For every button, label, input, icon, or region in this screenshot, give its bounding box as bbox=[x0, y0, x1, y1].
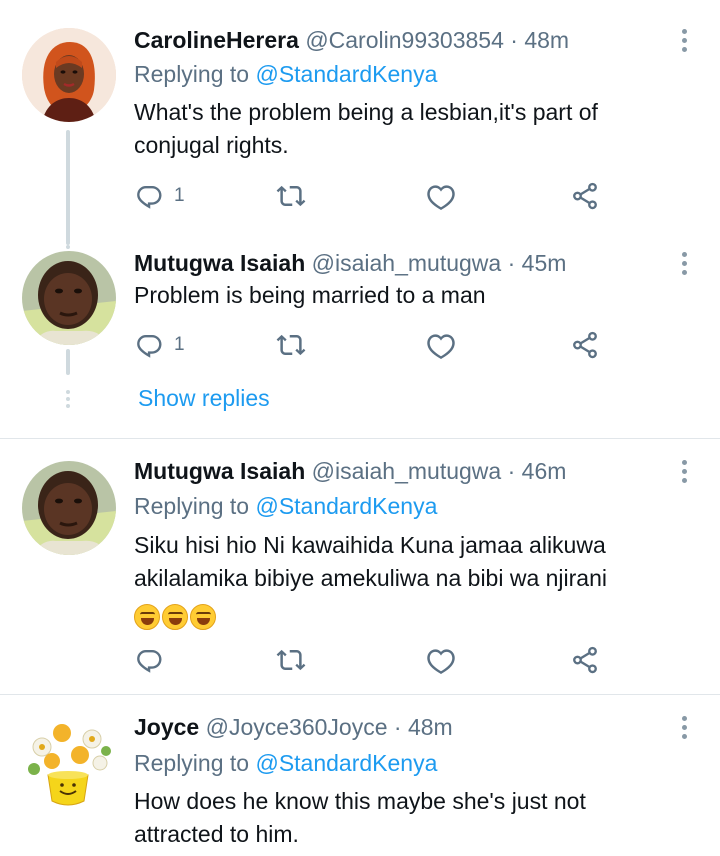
tweet-joyce[interactable]: Joyce @Joyce360Joyce · 48m Replying to @… bbox=[0, 695, 720, 856]
avatar[interactable] bbox=[22, 717, 116, 811]
reply-icon bbox=[134, 645, 164, 675]
author-name[interactable]: Mutugwa Isaiah bbox=[134, 250, 305, 276]
share-icon bbox=[570, 330, 600, 360]
more-icon[interactable] bbox=[672, 711, 696, 743]
share-button[interactable] bbox=[570, 327, 600, 363]
like-button[interactable] bbox=[426, 178, 456, 214]
replying-to: Replying to @StandardKenya bbox=[134, 490, 437, 522]
reply-button[interactable] bbox=[134, 642, 164, 678]
avatar-man-icon bbox=[22, 251, 116, 345]
tweet-actions bbox=[134, 642, 614, 678]
thread-line bbox=[66, 130, 70, 245]
tweet-header: Joyce @Joyce360Joyce · 48m bbox=[134, 711, 453, 743]
author-handle[interactable]: @isaiah_mutugwa bbox=[312, 250, 502, 276]
author-name[interactable]: Joyce bbox=[134, 714, 199, 740]
tweet-time[interactable]: 45m bbox=[522, 250, 567, 276]
mention-link[interactable]: @StandardKenya bbox=[255, 493, 437, 519]
tweet-text-line: Problem is being married to a man bbox=[134, 282, 486, 308]
avatar[interactable] bbox=[22, 28, 116, 122]
like-icon bbox=[426, 181, 456, 211]
rolling-on-floor-laughing-icon bbox=[190, 603, 216, 630]
author-name[interactable]: Mutugwa Isaiah bbox=[134, 458, 305, 484]
more-icon[interactable] bbox=[672, 247, 696, 279]
replying-to: Replying to @StandardKenya bbox=[134, 58, 437, 90]
avatar[interactable] bbox=[22, 461, 116, 555]
replying-prefix: Replying to bbox=[134, 750, 250, 776]
reply-count: 1 bbox=[174, 334, 185, 355]
share-icon bbox=[570, 181, 600, 211]
separator-dot: · bbox=[510, 27, 518, 53]
tweet-carolineherera[interactable]: CarolineHerera @Carolin99303854 · 48m Re… bbox=[0, 0, 720, 245]
tweet-mutugwa-reply[interactable]: Mutugwa Isaiah @isaiah_mutugwa · 45m Pro… bbox=[0, 245, 720, 375]
tweet-text-line: akilalamika bibiye amekuliwa na bibi wa … bbox=[134, 565, 608, 591]
like-button[interactable] bbox=[426, 642, 456, 678]
thread-line bbox=[66, 349, 70, 375]
like-button[interactable] bbox=[426, 327, 456, 363]
author-handle[interactable]: @Carolin99303854 bbox=[305, 27, 504, 53]
grinning-squinting-icon bbox=[162, 603, 188, 630]
tweet-time[interactable]: 48m bbox=[408, 714, 453, 740]
like-icon bbox=[426, 330, 456, 360]
tweet-header: Mutugwa Isaiah @isaiah_mutugwa · 46m bbox=[134, 455, 566, 487]
separator-dot: · bbox=[507, 250, 516, 276]
tweet-time[interactable]: 46m bbox=[522, 458, 567, 484]
tweet-header: CarolineHerera @Carolin99303854 · 48m bbox=[134, 24, 569, 56]
share-icon bbox=[570, 645, 600, 675]
thread-line bbox=[66, 245, 70, 249]
show-replies-link[interactable]: Show replies bbox=[138, 382, 270, 414]
tweet-text-line: conjugal rights. bbox=[134, 132, 289, 158]
thread-continuation-dots bbox=[66, 390, 70, 408]
retweet-button[interactable] bbox=[276, 178, 306, 214]
retweet-icon bbox=[276, 330, 306, 360]
tweet-text: Siku hisi hio Ni kawaihida Kuna jamaa al… bbox=[134, 529, 694, 630]
mention-link[interactable]: @StandardKenya bbox=[255, 750, 437, 776]
tweet-text: How does he know this maybe she's just n… bbox=[134, 785, 694, 851]
share-button[interactable] bbox=[570, 642, 600, 678]
emoji-row bbox=[134, 595, 694, 630]
share-button[interactable] bbox=[570, 178, 600, 214]
retweet-button[interactable] bbox=[276, 327, 306, 363]
avatar[interactable] bbox=[22, 251, 116, 345]
tweet-text: What's the problem being a lesbian,it's … bbox=[134, 96, 694, 162]
replying-prefix: Replying to bbox=[134, 61, 250, 87]
retweet-icon bbox=[276, 645, 306, 675]
tweet-header: Mutugwa Isaiah @isaiah_mutugwa · 45m bbox=[134, 247, 566, 279]
more-icon[interactable] bbox=[672, 455, 696, 487]
retweet-icon bbox=[276, 181, 306, 211]
like-icon bbox=[426, 645, 456, 675]
tweet-text-line: attracted to him. bbox=[134, 821, 299, 847]
tweet-text-line: What's the problem being a lesbian,it's … bbox=[134, 99, 598, 125]
avatar-woman-icon bbox=[22, 28, 116, 122]
author-name[interactable]: CarolineHerera bbox=[134, 27, 299, 53]
reply-icon bbox=[134, 181, 164, 211]
tweet-mutugwa[interactable]: Mutugwa Isaiah @isaiah_mutugwa · 46m Rep… bbox=[0, 439, 720, 694]
reply-button[interactable]: 1 bbox=[134, 178, 185, 214]
tweet-actions: 1 bbox=[134, 178, 614, 214]
author-handle[interactable]: @isaiah_mutugwa bbox=[312, 458, 502, 484]
avatar-man-icon bbox=[22, 461, 116, 555]
reply-icon bbox=[134, 330, 164, 360]
tweet-text-line: Siku hisi hio Ni kawaihida Kuna jamaa al… bbox=[134, 532, 606, 558]
more-icon[interactable] bbox=[672, 24, 696, 56]
author-handle[interactable]: @Joyce360Joyce bbox=[206, 714, 388, 740]
separator-dot: · bbox=[393, 714, 402, 740]
replying-prefix: Replying to bbox=[134, 493, 250, 519]
separator-dot: · bbox=[507, 458, 516, 484]
tweet-actions: 1 bbox=[134, 327, 614, 363]
reply-count: 1 bbox=[174, 185, 185, 206]
tweet-time[interactable]: 48m bbox=[524, 27, 569, 53]
reply-button[interactable]: 1 bbox=[134, 327, 185, 363]
avatar-flowers-icon bbox=[22, 717, 116, 811]
rolling-on-floor-laughing-icon bbox=[134, 603, 160, 630]
tweet-text: Problem is being married to a man bbox=[134, 279, 694, 312]
tweet-text-line: How does he know this maybe she's just n… bbox=[134, 788, 586, 814]
replying-to: Replying to @StandardKenya bbox=[134, 747, 437, 779]
mention-link[interactable]: @StandardKenya bbox=[255, 61, 437, 87]
retweet-button[interactable] bbox=[276, 642, 306, 678]
